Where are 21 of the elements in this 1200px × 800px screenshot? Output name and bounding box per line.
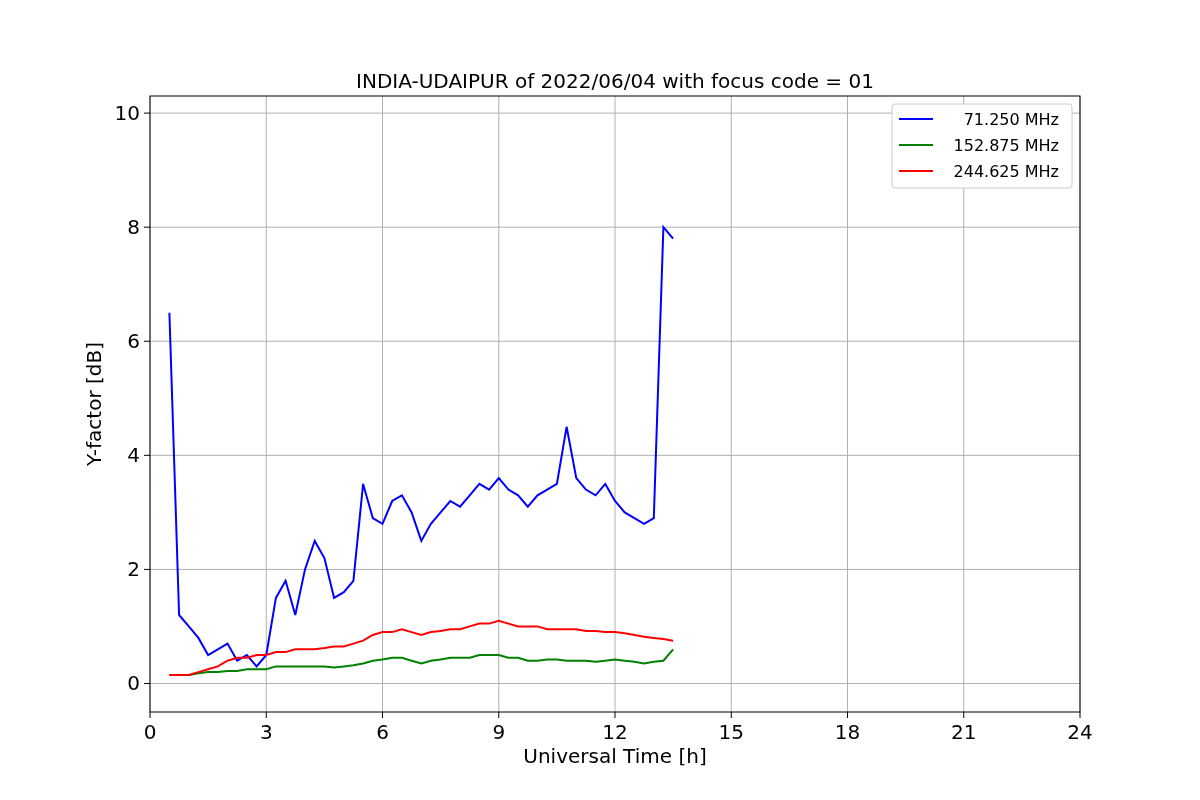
legend-label: 244.625 MHz [953, 162, 1059, 181]
x-tick-label: 12 [602, 720, 628, 744]
x-tick-label: 0 [143, 720, 157, 744]
legend-label: 71.250 MHz [963, 110, 1059, 129]
x-tick-label: 3 [259, 720, 273, 744]
y-tick-label: 0 [127, 671, 140, 696]
y-axis-label: Y-factor [dB] [82, 342, 106, 466]
legend-label: 152.875 MHz [953, 136, 1059, 155]
y-tick-label: 6 [127, 329, 140, 354]
x-axis-label: Universal Time [h] [523, 744, 707, 768]
y-tick-label: 4 [127, 443, 140, 468]
chart-title: INDIA-UDAIPUR of 2022/06/04 with focus code = 01 [356, 69, 874, 93]
x-tick-label: 21 [951, 720, 977, 744]
y-tick-label: 10 [114, 101, 140, 126]
y-tick-label: 2 [127, 557, 140, 582]
x-tick-label: 15 [718, 720, 744, 744]
x-tick-label: 24 [1067, 720, 1093, 744]
y-tick-label: 8 [127, 215, 140, 240]
x-tick-label: 9 [492, 720, 506, 744]
x-tick-label: 18 [834, 720, 861, 744]
x-tick-label: 6 [376, 720, 389, 744]
